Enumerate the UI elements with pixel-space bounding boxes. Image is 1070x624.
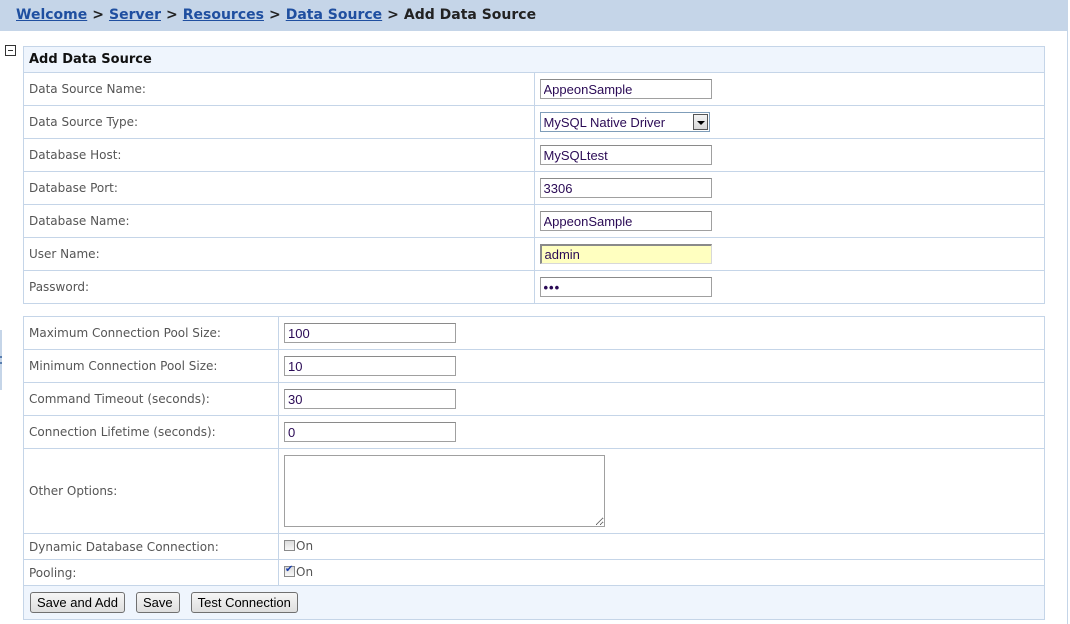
form-row: User Name: <box>23 237 1045 271</box>
breadcrumb-separator: > <box>268 7 281 23</box>
data-source-name-label: Data Source Name: <box>23 72 535 106</box>
data-source-type-select[interactable]: MySQL Native Driver <box>539 112 710 132</box>
other-options-label: Other Options: <box>23 448 279 534</box>
pooling-checkbox[interactable] <box>284 564 295 578</box>
form-row: Database Port: <box>23 171 1045 205</box>
panel-splitter-handle[interactable] <box>0 330 2 390</box>
dynamic-db-connection-toggle[interactable]: On <box>284 539 313 553</box>
form-row: Connection Lifetime (seconds): <box>23 415 1045 449</box>
breadcrumb-separator: > <box>92 7 104 23</box>
data-source-type-label: Data Source Type: <box>23 105 535 139</box>
chevron-down-icon[interactable] <box>692 114 708 130</box>
database-port-input[interactable] <box>539 178 712 198</box>
database-host-input[interactable] <box>539 145 712 165</box>
data-source-type-value: MySQL Native Driver <box>543 115 666 130</box>
min-pool-size-input[interactable] <box>284 356 456 376</box>
connection-lifetime-label: Connection Lifetime (seconds): <box>23 415 279 449</box>
max-pool-size-input[interactable] <box>284 323 456 343</box>
button-row: Save and Add Save Test Connection <box>23 585 1045 620</box>
dynamic-db-connection-checkbox[interactable] <box>284 540 295 552</box>
command-timeout-input[interactable] <box>284 389 456 409</box>
frame-border <box>1067 31 1068 624</box>
pool-settings-table: Maximum Connection Pool Size: Minimum Co… <box>23 316 1045 620</box>
form-row: Data Source Type: MySQL Native Driver <box>23 105 1045 139</box>
breadcrumb-current: Add Data Source <box>403 7 537 23</box>
grip-dot <box>0 362 2 364</box>
breadcrumb-resources[interactable]: Resources <box>183 7 264 23</box>
form-row: Minimum Connection Pool Size: <box>23 349 1045 383</box>
min-pool-size-label: Minimum Connection Pool Size: <box>23 349 279 383</box>
breadcrumb-separator: > <box>166 7 178 23</box>
form-row: Data Source Name: <box>23 72 1045 106</box>
test-connection-button[interactable]: Test Connection <box>190 592 298 613</box>
database-host-label: Database Host: <box>23 138 535 172</box>
dynamic-db-connection-label: Dynamic Database Connection: <box>23 533 279 560</box>
other-options-textarea[interactable] <box>284 455 605 527</box>
breadcrumb: Welcome > Server > Resources > Data Source > Add… <box>16 7 536 23</box>
data-source-name-input[interactable] <box>539 79 712 99</box>
max-pool-size-label: Maximum Connection Pool Size: <box>23 316 279 350</box>
database-name-label: Database Name: <box>23 204 535 238</box>
form-row: Database Name: <box>23 204 1045 238</box>
form-row: Maximum Connection Pool Size: <box>23 316 1045 350</box>
breadcrumb-welcome[interactable]: Welcome <box>16 7 87 23</box>
grip-dot <box>0 356 2 358</box>
pooling-label: Pooling: <box>23 559 279 586</box>
pooling-toggle[interactable]: On <box>284 564 314 579</box>
user-name-label: User Name: <box>23 237 535 271</box>
dynamic-db-connection-checkbox-label: On <box>296 538 314 553</box>
breadcrumb-bar: Welcome > Server > Resources > Data Source > Add… <box>0 0 1068 31</box>
save-and-add-button[interactable]: Save and Add <box>30 592 125 613</box>
form-row: Dynamic Database Connection: On <box>23 533 1045 560</box>
password-input[interactable] <box>539 277 712 297</box>
breadcrumb-separator: > <box>387 7 399 23</box>
form-row: Database Host: <box>23 138 1045 172</box>
form-row: Command Timeout (seconds): <box>23 382 1045 416</box>
breadcrumb-server[interactable]: Server <box>109 7 161 23</box>
command-timeout-label: Command Timeout (seconds): <box>23 382 279 416</box>
section-title: Add Data Source <box>23 46 1045 73</box>
user-name-input[interactable] <box>539 244 712 264</box>
save-button[interactable]: Save <box>135 592 180 613</box>
form-row: Other Options: <box>23 448 1045 534</box>
form-row: Pooling: On <box>23 559 1045 586</box>
database-port-label: Database Port: <box>23 171 535 205</box>
collapse-section-icon[interactable] <box>5 45 16 56</box>
form-row: Password: <box>23 270 1045 304</box>
password-label: Password: <box>23 270 535 304</box>
connection-lifetime-input[interactable] <box>284 422 456 442</box>
database-name-input[interactable] <box>539 211 712 231</box>
pooling-checkbox-label: On <box>296 564 314 579</box>
breadcrumb-data-source[interactable]: Data Source <box>286 7 382 23</box>
connection-settings-table: Add Data Source Data Source Name: Data S… <box>23 46 1045 304</box>
